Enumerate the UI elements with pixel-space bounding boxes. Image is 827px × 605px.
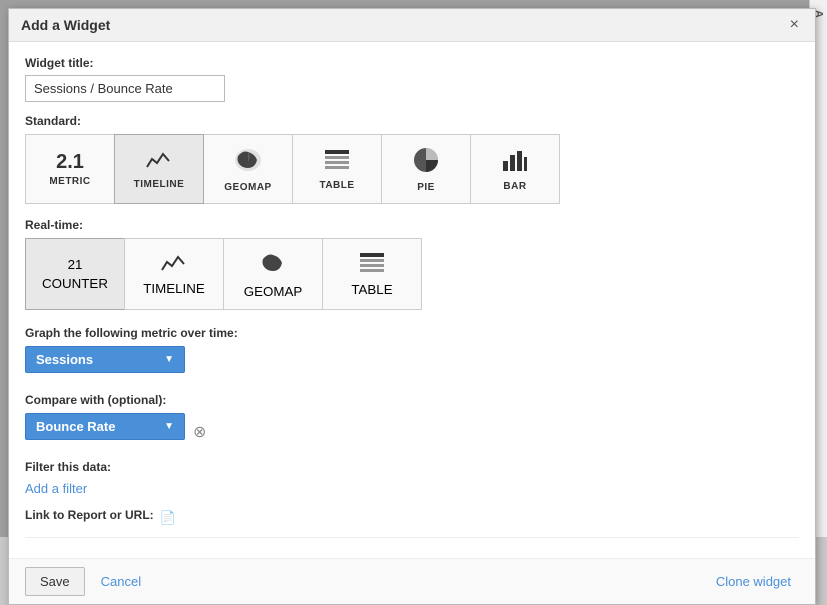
table-icon [323,148,351,176]
document-icon[interactable]: 📄 [160,510,176,526]
close-button[interactable]: × [786,17,803,33]
graph-metric-label: Graph the following metric over time: [25,326,799,340]
realtime-timeline-icon [160,252,188,277]
clear-compare-icon[interactable]: ⊗ [193,422,206,442]
pie-icon [412,146,440,178]
compare-with-dropdown[interactable]: Bounce Rate ▼ [25,413,185,440]
bar-label: BAR [503,181,526,192]
realtime-table-btn[interactable]: TABLE [322,238,422,310]
compare-with-value: Bounce Rate [36,419,115,434]
realtime-counter-btn[interactable]: 21 COUNTER [25,238,125,310]
standard-metric-btn[interactable]: 2.1 METRIC [25,134,115,204]
compare-with-section: Compare with (optional): Bounce Rate ▼ ⊗ [25,393,799,450]
dialog-footer: Save Cancel Clone widget [9,558,815,604]
graph-metric-dropdown[interactable]: Sessions ▼ [25,346,185,373]
dialog-overlay: A Add a Widget × Widget title: Standard:… [0,0,827,537]
add-filter-link[interactable]: Add a filter [25,481,87,496]
timeline-label: TIMELINE [134,179,185,190]
counter-label: COUNTER [42,276,108,291]
link-report-label: Link to Report or URL: [25,508,154,522]
timeline-icon [145,149,173,175]
compare-with-label: Compare with (optional): [25,393,799,407]
chevron-down-icon: ▼ [164,354,174,365]
compare-chevron-down-icon: ▼ [164,421,174,432]
add-widget-dialog: Add a Widget × Widget title: Standard: 2… [8,8,816,605]
standard-geomap-btn[interactable]: GEOMAP [203,134,293,204]
realtime-timeline-btn[interactable]: TIMELINE [124,238,224,310]
geomap-label: GEOMAP [224,182,271,193]
clone-widget-button[interactable]: Clone widget [708,568,799,595]
metric-number: 2.1 [56,152,84,172]
standard-type-grid: 2.1 METRIC TIMELINE [25,134,799,204]
standard-section-label: Standard: [25,114,799,128]
realtime-geomap-btn[interactable]: GEOMAP [223,238,323,310]
filter-label: Filter this data: [25,460,799,474]
footer-left: Save Cancel [25,567,149,596]
metric-label: METRIC [49,176,90,187]
realtime-table-label: TABLE [351,282,392,297]
link-report-section: Link to Report or URL: 📄 [25,508,799,538]
realtime-geomap-label: GEOMAP [244,284,303,299]
graph-metric-section: Graph the following metric over time: Se… [25,326,799,383]
counter-number: 21 [68,257,83,272]
dialog-title: Add a Widget [21,17,110,33]
standard-pie-btn[interactable]: PIE [381,134,471,204]
realtime-type-grid: 21 COUNTER TIMELINE [25,238,799,310]
realtime-geomap-icon [258,249,288,280]
dialog-header: Add a Widget × [9,9,815,42]
standard-table-btn[interactable]: TABLE [292,134,382,204]
compare-with-row: Bounce Rate ▼ ⊗ [25,413,799,450]
realtime-timeline-label: TIMELINE [143,281,204,296]
geomap-icon [233,146,263,178]
standard-timeline-btn[interactable]: TIMELINE [114,134,204,204]
bar-icon [501,147,529,177]
table-label: TABLE [319,180,354,191]
filter-section: Filter this data: Add a filter [25,460,799,498]
realtime-table-icon [358,251,386,278]
dialog-body: Widget title: Standard: 2.1 METRIC [9,42,815,558]
realtime-section-label: Real-time: [25,218,799,232]
graph-metric-value: Sessions [36,352,93,367]
widget-title-input[interactable] [25,75,225,102]
cancel-button[interactable]: Cancel [93,567,149,596]
standard-bar-btn[interactable]: BAR [470,134,560,204]
widget-title-label: Widget title: [25,56,799,70]
pie-label: PIE [417,182,435,193]
save-button[interactable]: Save [25,567,85,596]
